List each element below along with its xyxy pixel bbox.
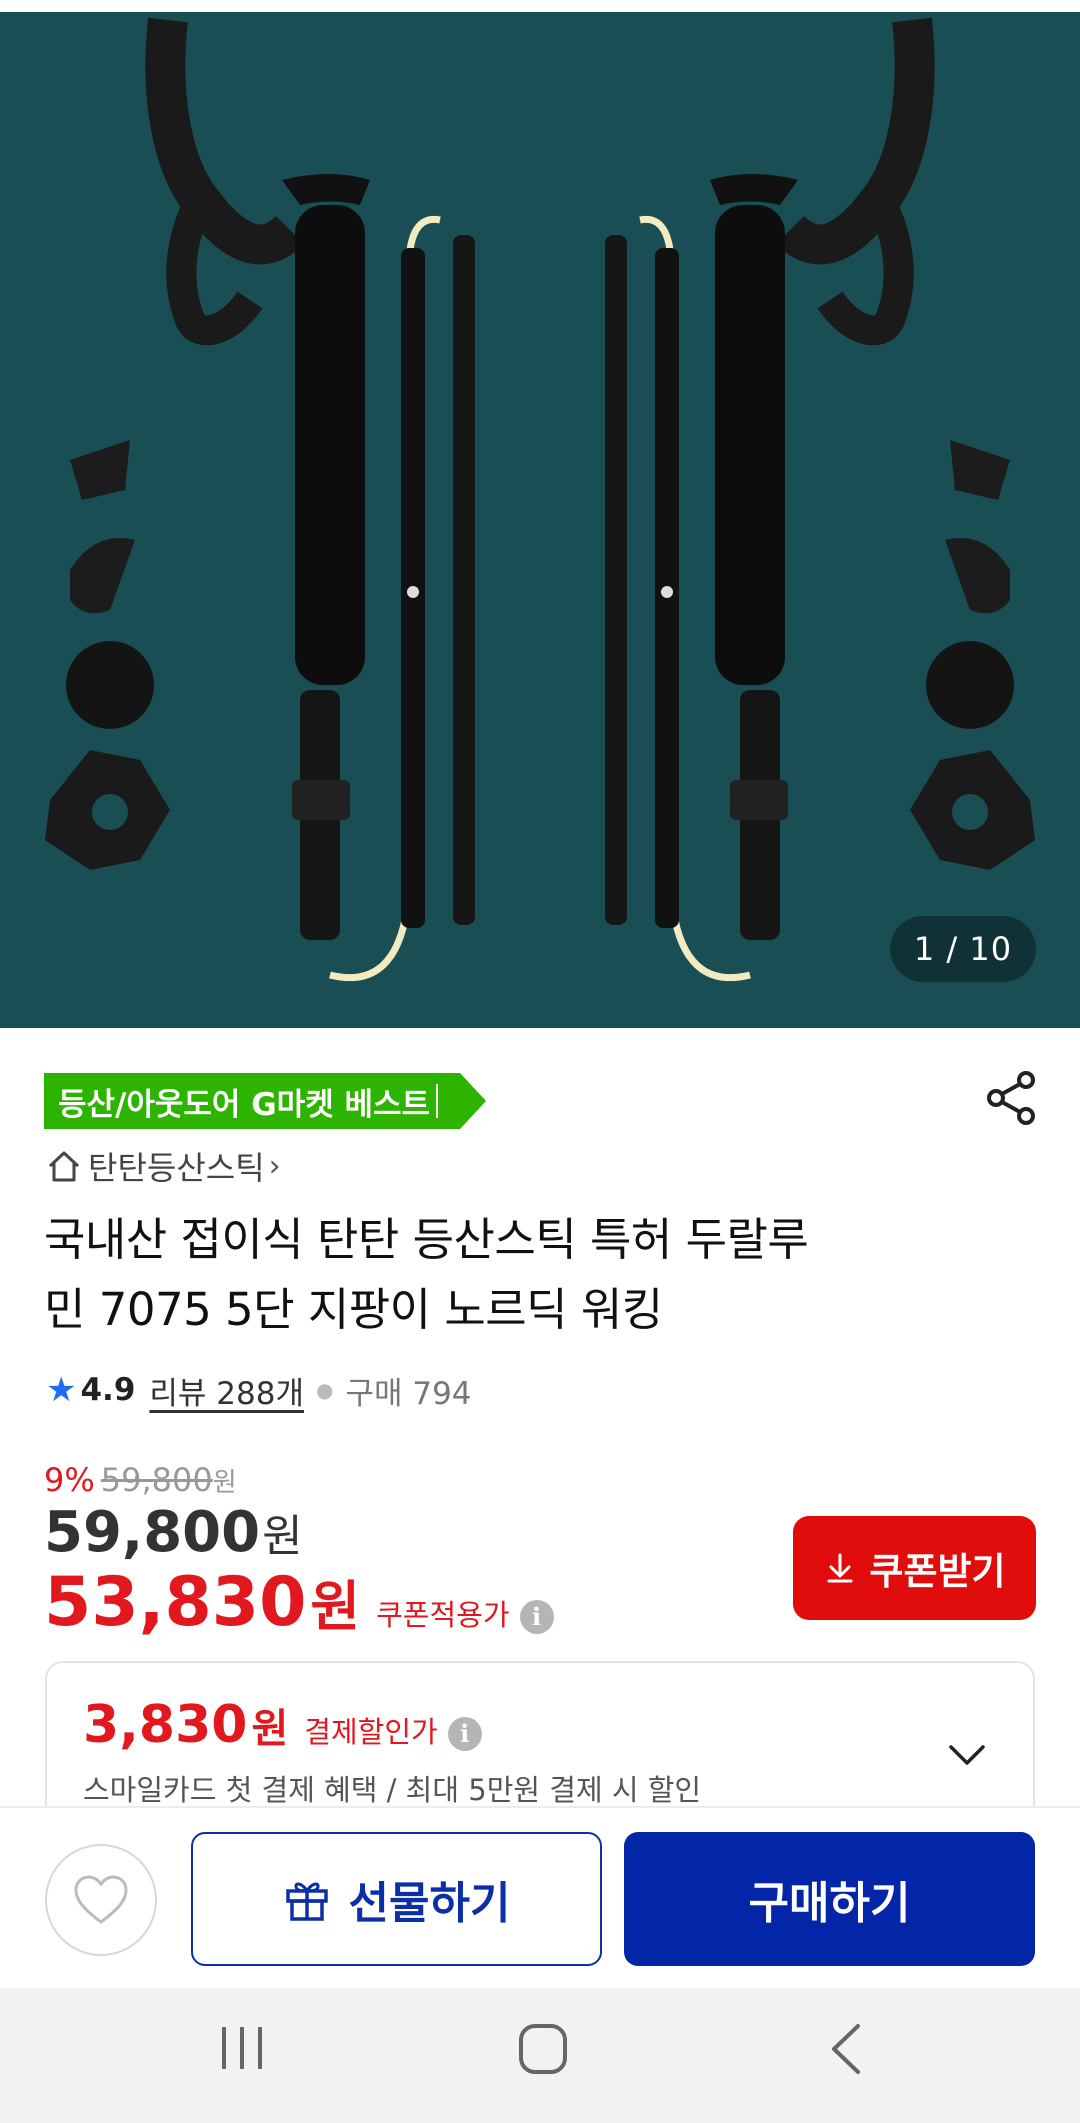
- product-title-line2: 민 7075 5단 지팡이 노르딕 워킹: [44, 1283, 663, 1336]
- get-coupon-button[interactable]: 쿠폰받기: [793, 1516, 1036, 1620]
- original-price-unit: 원: [212, 1467, 237, 1498]
- original-price-row: 9% 59,800 원: [44, 1458, 237, 1502]
- chevron-right-icon: ›: [268, 1148, 281, 1184]
- coupon-price-value: 53,830: [44, 1563, 307, 1642]
- get-coupon-label: 쿠폰받기: [869, 1551, 1006, 1592]
- product-title: 국내산 접이식 탄탄 등산스틱 특허 두랄루 민 7075 5단 지팡이 노르딕…: [44, 1205, 1034, 1345]
- home-icon: [48, 1151, 80, 1182]
- best-badge-label: 등산/아웃도어 G마켓 베스트: [58, 1086, 431, 1123]
- buy-button[interactable]: 구매하기: [624, 1832, 1035, 1966]
- payment-discount-amount: 3,830 원 결제할인가 i: [83, 1695, 482, 1755]
- info-icon[interactable]: i: [447, 1717, 482, 1751]
- payment-discount-description: 스마일카드 첫 결제 혜택 / 최대 5만원 결제 시 할인: [83, 1773, 702, 1807]
- original-price: 59,800: [100, 1461, 213, 1499]
- rating-row: ★ 4.9 리뷰 288개 ● 구매 794: [46, 1368, 472, 1412]
- review-link[interactable]: 리뷰 288개: [149, 1368, 304, 1413]
- coupon-price-label: 쿠폰적용가: [376, 1598, 510, 1632]
- payment-discount-value: 3,830: [83, 1695, 248, 1755]
- separator-dot: ●: [316, 1378, 334, 1402]
- chevron-down-icon[interactable]: [945, 1733, 989, 1777]
- purchase-count: 구매 794: [345, 1375, 472, 1412]
- sale-price-value: 59,800: [44, 1500, 261, 1565]
- discount-percent: 9%: [44, 1461, 95, 1499]
- share-icon[interactable]: [982, 1068, 1042, 1128]
- system-navigation-bar: [0, 1988, 1080, 2123]
- recent-apps-icon[interactable]: [218, 2023, 266, 2073]
- rating-score: 4.9: [80, 1372, 136, 1408]
- coupon-price: 53,830 원 쿠폰적용가 i: [44, 1562, 554, 1642]
- gift-button-label: 선물하기: [348, 1878, 511, 1929]
- coupon-price-unit: 원: [310, 1575, 361, 1638]
- store-name: 탄탄등산스틱: [88, 1149, 265, 1187]
- image-counter: 1 / 10: [890, 916, 1036, 982]
- star-icon: ★: [46, 1370, 77, 1410]
- wishlist-button[interactable]: [45, 1844, 157, 1956]
- payment-discount-unit: 원: [251, 1706, 289, 1752]
- product-page: 1 / 10 등산/아웃도어 G마켓 베스트 탄탄등산스틱 › 국내산 접이식 …: [0, 0, 1080, 2123]
- store-link[interactable]: 탄탄등산스틱 ›: [44, 1144, 281, 1188]
- trekking-pole-illustration: [45, 17, 1035, 982]
- sale-price-unit: 원: [262, 1511, 303, 1562]
- heart-icon: [74, 1875, 128, 1924]
- download-icon: [827, 1553, 853, 1583]
- best-badge: 등산/아웃도어 G마켓 베스트: [44, 1073, 487, 1129]
- home-nav-icon[interactable]: [518, 2023, 568, 2075]
- product-title-line1: 국내산 접이식 탄탄 등산스틱 특허 두랄루: [44, 1213, 809, 1266]
- info-icon[interactable]: i: [519, 1600, 554, 1634]
- product-image-carousel[interactable]: 1 / 10: [0, 0, 1080, 1028]
- gift-icon: [285, 1882, 328, 1921]
- gift-button[interactable]: 선물하기: [191, 1832, 602, 1966]
- sale-price: 59,800 원: [44, 1500, 303, 1565]
- back-icon[interactable]: [826, 2022, 866, 2076]
- purchase-action-bar: 선물하기 구매하기: [0, 1806, 1080, 1988]
- payment-discount-label: 결제할인가: [304, 1715, 438, 1749]
